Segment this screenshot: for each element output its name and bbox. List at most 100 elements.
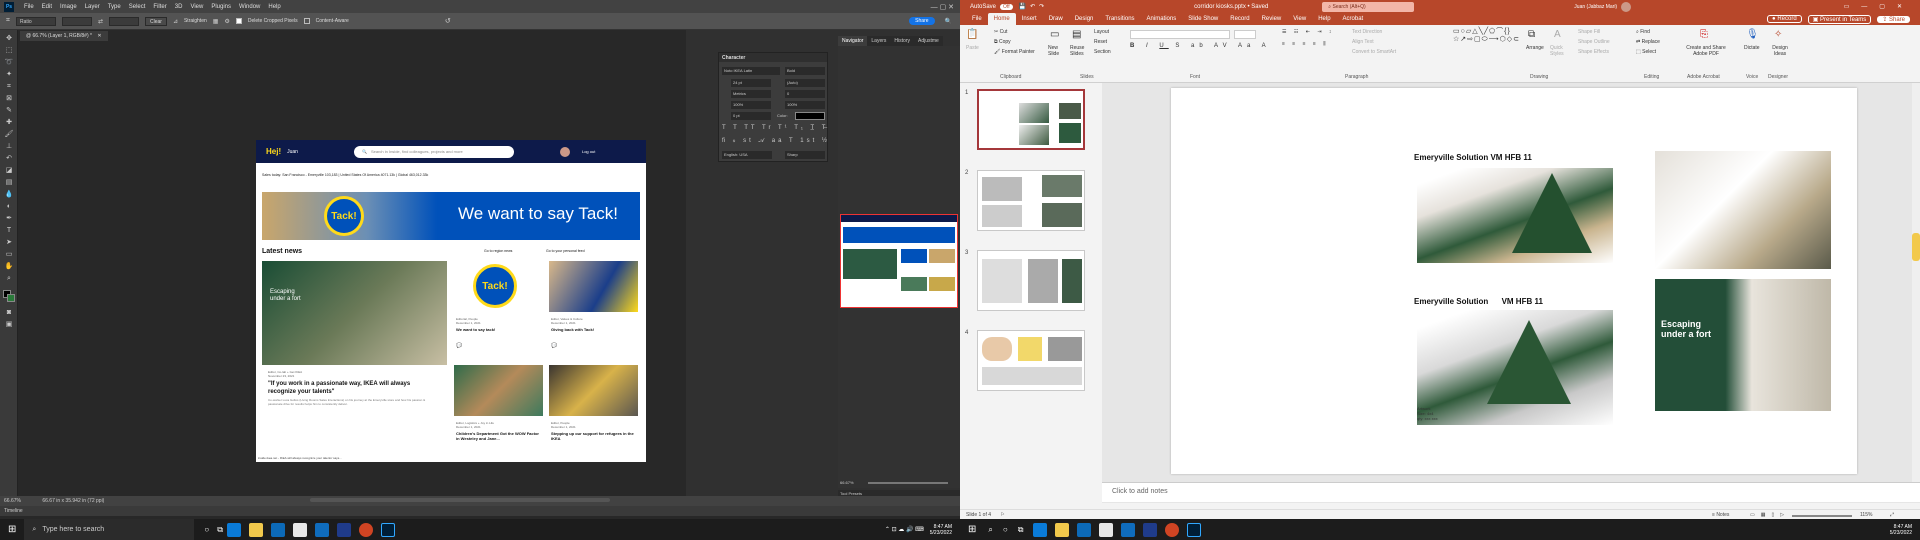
find-button[interactable]: ⌕ Find: [1636, 29, 1650, 35]
slide-render-2[interactable]: [1417, 310, 1613, 425]
healing-brush-icon[interactable]: ✚: [4, 118, 14, 127]
present-teams-button[interactable]: ▣ Present in Teams: [1807, 14, 1872, 24]
vertical-scrollbar[interactable]: [1912, 83, 1920, 483]
file-explorer-icon[interactable]: [1055, 522, 1070, 537]
tab-home[interactable]: Home: [987, 13, 1016, 25]
tab-transitions[interactable]: Transitions: [1099, 16, 1140, 22]
comment-icon[interactable]: 💬: [456, 343, 462, 349]
screen-mode-icon[interactable]: ▣: [4, 320, 14, 329]
font-family-box[interactable]: [1130, 30, 1230, 39]
slide-thumbnail-2[interactable]: [977, 170, 1085, 231]
baseline-field[interactable]: 0 pt: [731, 112, 771, 120]
zoom-slider[interactable]: [1792, 515, 1852, 517]
menu-view[interactable]: View: [186, 4, 207, 10]
ppt-share-button[interactable]: ⇪ Share: [1877, 15, 1910, 23]
news-card-title-4[interactable]: Stepping up our support for refugees in …: [551, 431, 636, 441]
menu-filter[interactable]: Filter: [149, 4, 170, 10]
arrange-button[interactable]: Arrange: [1526, 45, 1544, 51]
ikea-logout-link[interactable]: Log out: [582, 149, 595, 154]
background-color-swatch[interactable]: [7, 294, 15, 302]
menu-help[interactable]: Help: [264, 4, 284, 10]
font-style-select[interactable]: Bold: [785, 67, 825, 75]
ps-share-button[interactable]: Share: [909, 17, 935, 25]
autosave-toggle[interactable]: Off: [1000, 3, 1013, 10]
vertical-scale-field[interactable]: 100%: [731, 101, 771, 109]
eyedropper-icon[interactable]: ✎: [4, 106, 14, 115]
tab-review[interactable]: Review: [1256, 16, 1288, 22]
type-tool-icon[interactable]: T: [4, 226, 14, 235]
tab-file[interactable]: File: [966, 16, 988, 22]
ikea-search-input[interactable]: 🔍 Search in Inside, find colleagues, proj…: [353, 145, 514, 158]
record-button[interactable]: ● Record: [1767, 15, 1802, 23]
gradient-icon[interactable]: ▤: [4, 178, 14, 187]
news-card-title-3[interactable]: Children's Department Got the WOW Factor…: [456, 431, 541, 441]
scrollbar-thumb[interactable]: [1912, 233, 1920, 261]
horizontal-scale-field[interactable]: 100%: [785, 101, 825, 109]
tab-record[interactable]: Record: [1224, 16, 1255, 22]
tab-design[interactable]: Design: [1069, 16, 1100, 22]
tab-insert[interactable]: Insert: [1016, 16, 1043, 22]
news-card-image-2[interactable]: [549, 261, 638, 312]
layout-button[interactable]: Layout: [1094, 29, 1109, 35]
accessibility-icon[interactable]: ⚐: [1000, 512, 1004, 518]
slide-render-1[interactable]: [1417, 168, 1613, 263]
new-slide-button[interactable]: New Slide: [1048, 45, 1068, 57]
move-tool-icon[interactable]: ✥: [4, 34, 14, 43]
slide-title-2[interactable]: Emeryville Solution VM HFB 11: [1414, 297, 1543, 306]
text-direction-button[interactable]: Text Direction: [1352, 29, 1382, 35]
tab-draw[interactable]: Draw: [1043, 16, 1069, 22]
horizontal-scrollbar[interactable]: [310, 498, 610, 502]
edge-icon[interactable]: [226, 522, 241, 537]
rectangle-tool-icon[interactable]: ▭: [4, 250, 14, 259]
r-app-icon[interactable]: [1143, 522, 1158, 537]
menu-edit[interactable]: Edit: [38, 4, 56, 10]
brush-tool-icon[interactable]: 🖌: [4, 130, 14, 139]
ikea-page-canvas[interactable]: Hej! Juan 🔍 Search in Inside, find collea…: [256, 140, 646, 462]
frame-tool-icon[interactable]: ⊠: [4, 94, 14, 103]
news-card-title-2[interactable]: Giving back with Tack!: [551, 327, 636, 332]
slide-thumbnail-4[interactable]: [977, 330, 1085, 391]
ppt-user-name[interactable]: Juan (Jabbaz Mari): [1574, 4, 1617, 10]
magic-wand-icon[interactable]: ✦: [4, 70, 14, 79]
align-buttons[interactable]: ≡ ≡ ≡ ≡ ⫼: [1282, 41, 1329, 47]
menu-select[interactable]: Select: [125, 4, 150, 10]
cortana-icon[interactable]: ○: [204, 525, 209, 534]
shape-outline-button[interactable]: Shape Outline: [1578, 39, 1610, 45]
cut-button[interactable]: ✂ Cut: [994, 29, 1007, 35]
design-ideas-button[interactable]: Design Ideas: [1768, 45, 1792, 57]
menu-window[interactable]: Window: [235, 4, 264, 10]
news-card-title-1[interactable]: We want to say tack!: [456, 327, 541, 332]
task-view-icon[interactable]: ⧉: [217, 525, 223, 535]
tracking-field[interactable]: 0: [785, 90, 825, 98]
powerpoint-icon[interactable]: [1165, 522, 1180, 537]
tab-adjustments[interactable]: Adjustme: [914, 36, 943, 46]
format-painter-button[interactable]: 🖌 Format Painter: [994, 49, 1035, 55]
tab-acrobat[interactable]: Acrobat: [1337, 16, 1370, 22]
ikea-banner[interactable]: Tack! We want to say Tack!: [262, 192, 640, 240]
file-explorer-icon[interactable]: [248, 522, 263, 537]
taskbar-search[interactable]: ⌕ Type here to search: [24, 519, 195, 540]
font-size-field[interactable]: 24 pt: [731, 79, 771, 87]
opentype-buttons[interactable]: ﬁ ℴ st 𝒜 aa T 1st ½: [722, 137, 830, 145]
menu-layer[interactable]: Layer: [81, 4, 104, 10]
align-text-button[interactable]: Align Text: [1352, 39, 1374, 45]
cortana-icon[interactable]: ○: [1003, 525, 1008, 534]
undo-icon[interactable]: ↶: [1030, 3, 1035, 10]
tab-help[interactable]: Help: [1312, 16, 1336, 22]
marquee-tool-icon[interactable]: ⬚: [4, 46, 14, 55]
tab-layers[interactable]: Layers: [867, 36, 890, 46]
width-field[interactable]: [61, 16, 92, 26]
clear-button[interactable]: Clear: [144, 16, 167, 26]
lasso-tool-icon[interactable]: ➰: [4, 58, 14, 67]
eraser-icon[interactable]: ◪: [4, 166, 14, 175]
status-zoom[interactable]: 66.67%: [4, 498, 21, 504]
path-select-icon[interactable]: ➤: [4, 238, 14, 247]
slide-photo-1[interactable]: [1655, 151, 1831, 269]
hand-tool-icon[interactable]: ✋: [4, 262, 14, 271]
tab-animations[interactable]: Animations: [1141, 16, 1183, 22]
reuse-slides-button[interactable]: Reuse Slides: [1070, 45, 1090, 57]
notes-toggle[interactable]: ≡ Notes: [1712, 512, 1729, 518]
task-view-icon[interactable]: ⧉: [1018, 525, 1024, 535]
tab-history[interactable]: History: [890, 36, 914, 46]
zoom-tool-icon[interactable]: ⌕: [4, 274, 14, 283]
